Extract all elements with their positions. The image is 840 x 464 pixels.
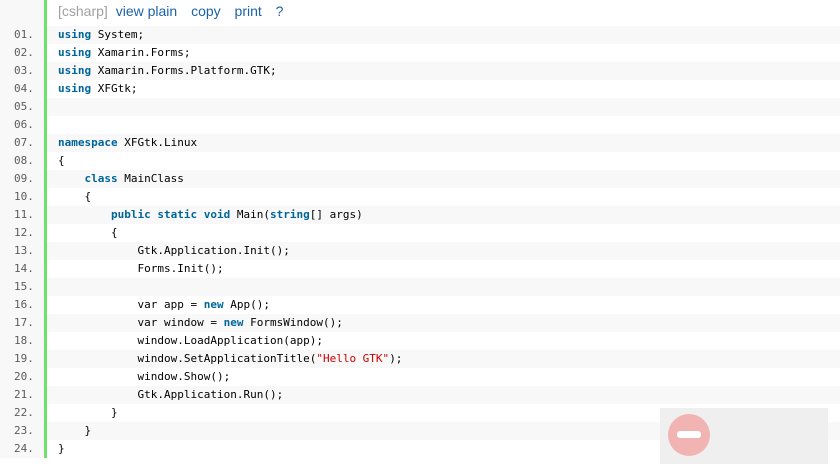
line-number: 16. (0, 296, 44, 314)
keyword: using (58, 82, 92, 95)
toolbar-gutter (0, 0, 44, 26)
help-link[interactable]: ? (276, 3, 284, 19)
code-text: { (58, 226, 118, 239)
code-text (47, 278, 840, 296)
keyword: using (58, 46, 92, 59)
monkey-logo-icon (668, 414, 710, 456)
code-text (47, 98, 840, 116)
code-line: 14. Forms.Init(); (0, 260, 840, 278)
code-text: class MainClass (47, 170, 840, 188)
code-line: 08. { (0, 152, 840, 170)
line-number: 11. (0, 206, 44, 224)
code-line: 01. using System; (0, 26, 840, 44)
line-number: 15. (0, 278, 44, 296)
code-block: 01. using System; 02. using Xamarin.Forms; 0… (0, 26, 840, 458)
code-line: 07. namespace XFGtk.Linux (0, 134, 840, 152)
code-text: var app = new App(); (137, 298, 270, 311)
line-number: 05. (0, 98, 44, 116)
toolbar-gutter-bar (44, 0, 47, 26)
line-number: 06. (0, 116, 44, 134)
line-number: 13. (0, 242, 44, 260)
code-text: window.Show(); (137, 370, 231, 383)
code-text: Gtk.Application.Run(); (47, 386, 840, 404)
keyword: string (269, 208, 310, 221)
line-number: 04. (0, 80, 44, 98)
line-number: 21. (0, 386, 44, 404)
code-line: 04. using XFGtk; (0, 80, 840, 98)
line-number: 20. (0, 368, 44, 386)
code-text: { (58, 190, 92, 203)
line-number: 17. (0, 314, 44, 332)
toolbar-items: [csharp] view plain copy print ? (58, 3, 289, 19)
keyword: using (58, 64, 92, 77)
keyword: public (110, 208, 151, 221)
code-line: 09. class MainClass (0, 170, 840, 188)
code-text: using XFGtk; (58, 82, 138, 95)
language-label: [csharp] (58, 3, 108, 19)
code-toolbar: [csharp] view plain copy print ? (0, 0, 840, 26)
line-number: 08. (0, 152, 44, 170)
code-text: using Xamarin.Forms.Platform.GTK; (47, 62, 840, 80)
code-line: 19. window.SetApplicationTitle("Hello GT… (0, 350, 840, 368)
code-line: 16. var app = new App(); (0, 296, 840, 314)
line-number: 19. (0, 350, 44, 368)
line-number: 24. (0, 440, 44, 458)
keyword: new (223, 316, 244, 329)
line-number: 01. (0, 26, 44, 44)
line-number: 09. (0, 170, 44, 188)
code-text: Forms.Init(); (137, 262, 224, 275)
copy-link[interactable]: copy (191, 3, 221, 19)
code-line: 10. { (0, 188, 840, 206)
watermark (660, 408, 828, 464)
code-line: 05. (0, 98, 840, 116)
line-number: 22. (0, 404, 44, 422)
code-text: Gtk.Application.Init(); (47, 242, 840, 260)
line-number: 18. (0, 332, 44, 350)
code-text: window.SetApplicationTitle("Hello GTK"); (47, 350, 840, 368)
code-line: 06. (0, 116, 840, 134)
code-text: namespace XFGtk.Linux (47, 134, 840, 152)
code-text: { (58, 154, 65, 167)
code-line: 03. using Xamarin.Forms.Platform.GTK; (0, 62, 840, 80)
line-number: 07. (0, 134, 44, 152)
line-number: 10. (0, 188, 44, 206)
code-text: var window = new FormsWindow(); (47, 314, 840, 332)
keyword: using (58, 28, 92, 41)
code-text: using System; (47, 26, 840, 44)
view-plain-link[interactable]: view plain (116, 3, 177, 19)
string-literal: "Hello GTK" (316, 352, 390, 365)
keyword: void (203, 208, 231, 221)
keyword: class (84, 172, 118, 185)
keyword: new (203, 298, 224, 311)
code-text: public static void Main(string[] args) (47, 206, 840, 224)
code-line: 13. Gtk.Application.Init(); (0, 242, 840, 260)
keyword: static (157, 208, 198, 221)
print-link[interactable]: print (235, 3, 262, 19)
code-line: 20. window.Show(); (0, 368, 840, 386)
line-number: 02. (0, 44, 44, 62)
code-line: 12. { (0, 224, 840, 242)
line-number: 03. (0, 62, 44, 80)
code-text: using Xamarin.Forms; (58, 46, 191, 59)
code-line: 11. public static void Main(string[] arg… (0, 206, 840, 224)
code-line: 15. (0, 278, 840, 296)
code-line: 17. var window = new FormsWindow(); (0, 314, 840, 332)
code-line: 18. window.LoadApplication(app); (0, 332, 840, 350)
code-line: 21. Gtk.Application.Run(); (0, 386, 840, 404)
line-number: 14. (0, 260, 44, 278)
keyword: namespace (58, 136, 118, 149)
code-text: window.LoadApplication(app); (137, 334, 323, 347)
sunglasses-icon (677, 431, 701, 438)
code-line: 02. using Xamarin.Forms; (0, 44, 840, 62)
line-number: 12. (0, 224, 44, 242)
line-number: 23. (0, 422, 44, 440)
